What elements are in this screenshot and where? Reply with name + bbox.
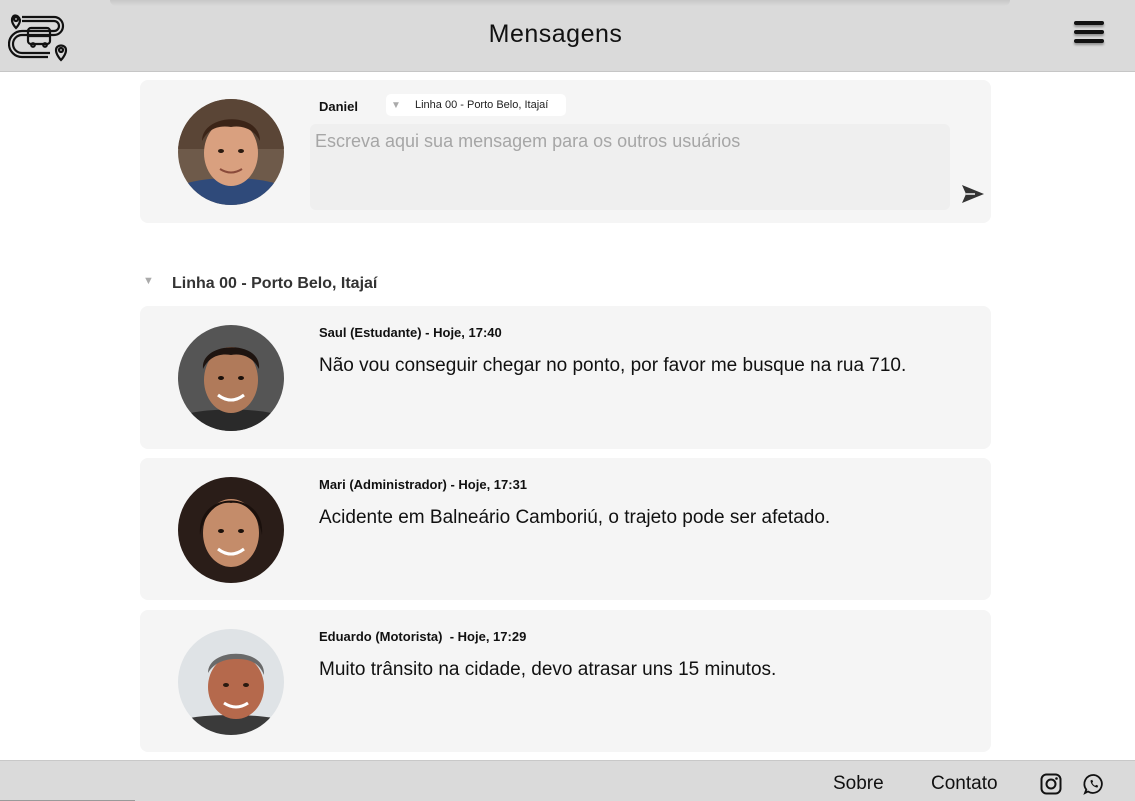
message-input-box xyxy=(310,124,950,210)
avatar-eduardo xyxy=(178,629,284,735)
line-selector[interactable]: ▼ Linha 00 - Porto Belo, Itajaí xyxy=(386,94,566,116)
send-icon[interactable] xyxy=(961,184,985,204)
page-title: Mensagens xyxy=(488,20,623,48)
message-composer: Daniel ▼ Linha 00 - Porto Belo, Itajaí xyxy=(140,80,991,223)
hamburger-menu-icon[interactable] xyxy=(1074,21,1106,47)
message-text: Não vou conseguir chegar no ponto, por f… xyxy=(319,355,907,376)
header-shadow xyxy=(110,0,1010,6)
about-link[interactable]: Sobre xyxy=(833,773,884,795)
contact-link[interactable]: Contato xyxy=(931,773,998,795)
message-text: Acidente em Balneário Camboriú, o trajet… xyxy=(319,507,831,528)
app-footer: Sobre Contato xyxy=(0,760,1135,801)
chevron-down-icon: ▼ xyxy=(143,275,154,287)
avatar-mari xyxy=(178,477,284,583)
app-header: Mensagens xyxy=(0,0,1135,72)
line-group-label: Linha 00 - Porto Belo, Itajaí xyxy=(172,275,378,292)
message-input[interactable] xyxy=(310,124,950,210)
message-meta: Saul (Estudante) - Hoje, 17:40 xyxy=(319,325,502,340)
message-card: Eduardo (Motorista) - Hoje, 17:29 Muito … xyxy=(140,610,991,752)
chevron-down-icon: ▼ xyxy=(391,100,401,111)
instagram-icon[interactable] xyxy=(1040,773,1062,795)
message-text: Muito trânsito na cidade, devo atrasar u… xyxy=(319,659,777,680)
whatsapp-icon[interactable] xyxy=(1083,773,1105,795)
message-meta: Mari (Administrador) - Hoje, 17:31 xyxy=(319,477,528,492)
line-selector-value: Linha 00 - Porto Belo, Itajaí xyxy=(415,99,549,111)
avatar-daniel xyxy=(178,99,284,205)
message-card: Saul (Estudante) - Hoje, 17:40 Não vou c… xyxy=(140,306,991,449)
avatar-saul xyxy=(178,325,284,431)
message-meta: Eduardo (Motorista) - Hoje, 17:29 xyxy=(319,629,527,644)
composer-author-name: Daniel xyxy=(319,99,359,114)
message-card: Mari (Administrador) - Hoje, 17:31 Acide… xyxy=(140,458,991,600)
